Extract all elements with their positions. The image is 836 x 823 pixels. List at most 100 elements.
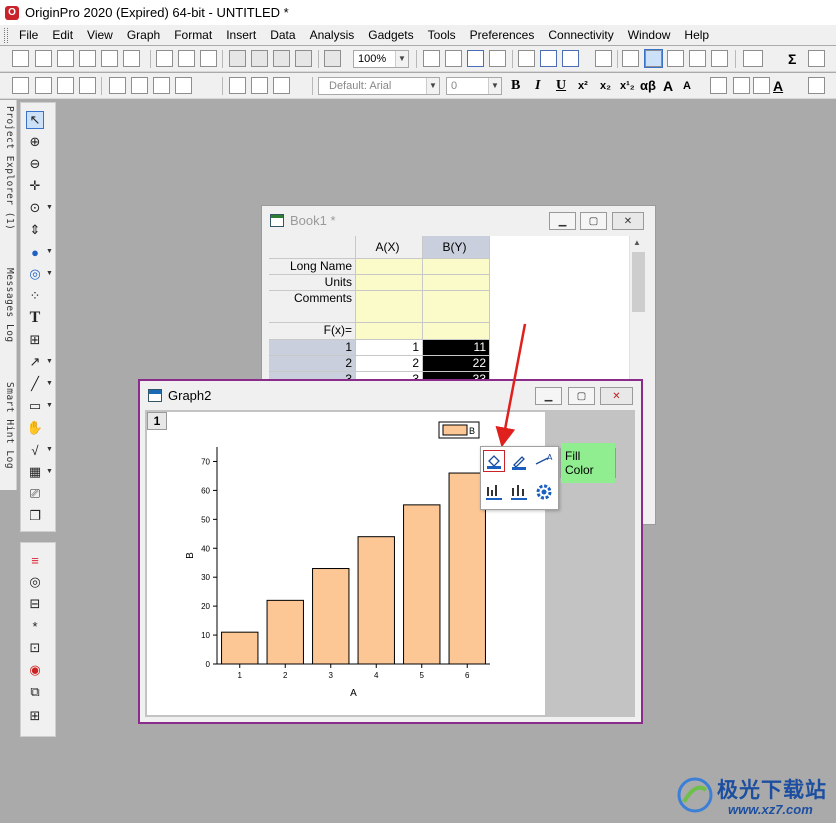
cut-icon[interactable] <box>229 77 246 94</box>
menubar-grip[interactable] <box>4 27 8 43</box>
data-selector-icon[interactable]: ● <box>26 243 44 261</box>
menu-file[interactable]: File <box>12 25 45 45</box>
close-button[interactable]: ✕ <box>612 212 644 230</box>
line-style-icon[interactable] <box>753 77 770 94</box>
new-workbook-icon[interactable] <box>35 50 52 67</box>
arrow-tool-icon[interactable]: ↗ <box>26 353 44 371</box>
new-graph-icon[interactable] <box>57 50 74 67</box>
restore-button[interactable]: ▢ <box>568 387 595 405</box>
scale-object-icon[interactable]: ◎ <box>26 573 44 591</box>
grid-corner[interactable] <box>269 236 356 259</box>
new-layout-icon[interactable] <box>156 50 173 67</box>
close-button[interactable]: ✕ <box>600 387 633 405</box>
screen-reader-icon[interactable] <box>644 49 663 68</box>
menu-window[interactable]: Window <box>621 25 678 45</box>
merge-graph-icon[interactable] <box>109 77 126 94</box>
menu-gadgets[interactable]: Gadgets <box>361 25 420 45</box>
font-size-dropdown[interactable]: 0 ▼ <box>446 77 502 95</box>
bar-width-icon[interactable] <box>508 481 530 503</box>
copy-page-icon[interactable] <box>467 50 484 67</box>
recalculate-icon[interactable] <box>324 50 341 67</box>
italic-button[interactable]: I <box>535 76 540 96</box>
scroll-up-icon[interactable]: ▲ <box>633 238 641 247</box>
cell-a-units[interactable] <box>356 275 423 291</box>
stack-columns-icon[interactable] <box>12 77 29 94</box>
project-explorer-icon[interactable] <box>595 50 612 67</box>
minimize-button[interactable]: ▁ <box>549 212 576 230</box>
layer-indicator[interactable]: 1 <box>147 412 167 430</box>
set-z-icon[interactable] <box>57 77 74 94</box>
export-icon[interactable] <box>445 50 462 67</box>
insert-graph-icon[interactable]: ▦ <box>26 463 44 481</box>
restore-button[interactable]: ▢ <box>580 212 607 230</box>
bar[interactable] <box>221 631 259 665</box>
equation-icon[interactable]: √ <box>26 441 44 459</box>
superscript-icon[interactable]: x² <box>578 76 588 96</box>
hand-icon[interactable]: ✋ <box>26 419 44 437</box>
open-template-icon[interactable] <box>251 50 268 67</box>
connect-line-icon[interactable]: A <box>533 450 555 472</box>
scrollbar-thumb[interactable] <box>632 252 645 312</box>
row-number[interactable]: 2 <box>269 356 356 372</box>
menu-preferences[interactable]: Preferences <box>463 25 542 45</box>
save-template-icon[interactable] <box>295 50 312 67</box>
refresh-icon[interactable] <box>489 50 506 67</box>
bar[interactable] <box>357 536 395 665</box>
mask-icon[interactable]: ⎚ <box>26 485 44 503</box>
packages-icon[interactable] <box>711 50 728 67</box>
bar-tool-icon[interactable]: ⊡ <box>26 639 44 657</box>
save-project-icon[interactable] <box>273 50 290 67</box>
zoom-dropdown[interactable]: 100% ▼ <box>353 50 409 68</box>
statistics-icon[interactable] <box>808 50 825 67</box>
extract-layers-icon[interactable] <box>175 77 192 94</box>
region-selector-icon[interactable]: ◎ <box>26 265 44 283</box>
row-number[interactable]: 1 <box>269 340 356 356</box>
line-tool-icon[interactable]: ╱ <box>26 375 44 393</box>
cell-a-2[interactable]: 2 <box>356 356 423 372</box>
scale-in-icon[interactable]: ⇕ <box>26 221 44 239</box>
rectangle-tool-icon[interactable]: ▭ <box>26 397 44 415</box>
arrange-layers-icon[interactable] <box>153 77 170 94</box>
row-label-fx[interactable]: F(x)= <box>269 323 356 340</box>
data-reader-icon[interactable]: ⊙ <box>26 199 44 217</box>
cell-b-units[interactable] <box>423 275 490 291</box>
fill-pattern-icon[interactable] <box>808 77 825 94</box>
new-notes-icon[interactable] <box>101 50 118 67</box>
menu-format[interactable]: Format <box>167 25 219 45</box>
cell-a-fx[interactable] <box>356 323 423 340</box>
cell-b-2[interactable]: 22 <box>423 356 490 372</box>
menu-connectivity[interactable]: Connectivity <box>541 25 620 45</box>
align-left-icon[interactable] <box>710 77 727 94</box>
greek-button[interactable]: αβ <box>640 76 656 96</box>
tab-project-explorer[interactable]: Project Explorer (1) <box>1 106 15 230</box>
zoom-in-icon[interactable]: ⊕ <box>26 133 44 151</box>
color-bar-icon[interactable]: ≡ <box>26 551 44 569</box>
marker-icon[interactable]: * <box>26 617 44 635</box>
set-xy-icon[interactable] <box>35 77 52 94</box>
open-folder-icon[interactable] <box>229 50 246 67</box>
column-header-a[interactable]: A(X) <box>356 236 423 259</box>
menu-tools[interactable]: Tools <box>421 25 463 45</box>
menu-insert[interactable]: Insert <box>219 25 263 45</box>
new-project-icon[interactable] <box>12 50 29 67</box>
cell-b-fx[interactable] <box>423 323 490 340</box>
add-column-icon[interactable] <box>743 50 763 67</box>
results-log-icon[interactable] <box>540 50 557 67</box>
tab-smart-hint-log[interactable]: Smart Hint Log <box>1 382 15 469</box>
menu-help[interactable]: Help <box>677 25 716 45</box>
command-window-icon[interactable] <box>562 50 579 67</box>
menu-graph[interactable]: Graph <box>120 25 167 45</box>
font-color-icon[interactable]: A <box>773 76 783 96</box>
line-color-icon[interactable] <box>508 450 530 472</box>
new-matrix-icon[interactable] <box>79 50 96 67</box>
tab-messages-log[interactable]: Messages Log <box>1 268 15 343</box>
underline-button[interactable]: U <box>556 76 566 96</box>
draw-data-icon[interactable]: ⁘ <box>26 287 44 305</box>
cell-a-long-name[interactable] <box>356 259 423 275</box>
column-header-b[interactable]: B(Y) <box>423 236 490 259</box>
zoom-out-icon[interactable]: ⊖ <box>26 155 44 173</box>
cell-a-comments[interactable] <box>356 291 423 323</box>
subscript-icon[interactable]: x₂ <box>600 76 611 96</box>
text-tool-icon[interactable]: T <box>26 309 44 327</box>
print-icon[interactable] <box>423 50 440 67</box>
